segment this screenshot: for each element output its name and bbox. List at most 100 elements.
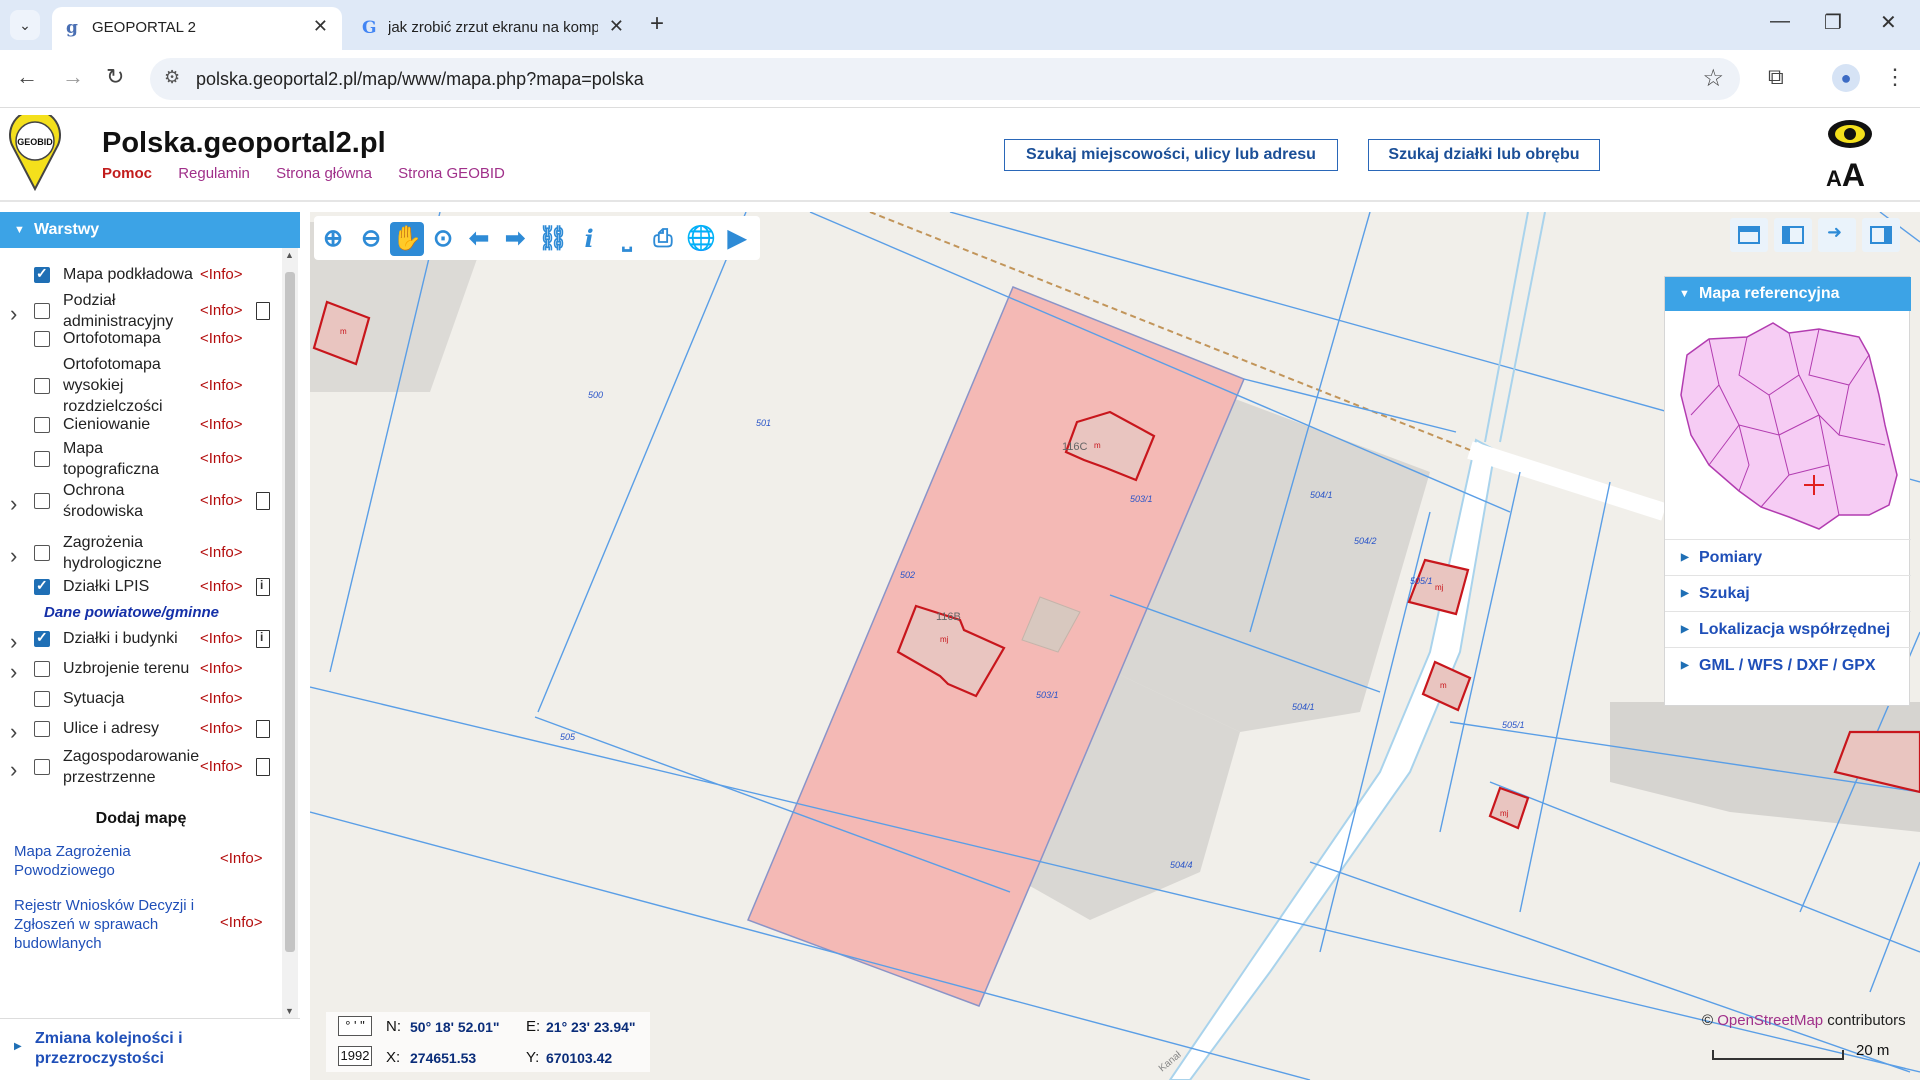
minimize-icon[interactable]: — <box>1770 10 1790 33</box>
terms-link[interactable]: Regulamin <box>178 165 250 182</box>
layer-checkbox[interactable] <box>34 690 50 707</box>
layer-info-link[interactable]: <Info> <box>200 302 243 319</box>
info-icon[interactable]: i <box>572 222 606 256</box>
next-view-icon[interactable]: ➡ <box>498 222 532 256</box>
view-right-panel-button[interactable] <box>1862 218 1900 252</box>
layer-info-link[interactable]: <Info> <box>200 578 243 595</box>
back-icon[interactable]: ← <box>16 64 38 90</box>
menu-icon[interactable]: ⋮ <box>1884 64 1906 90</box>
link-icon[interactable]: ⛓ <box>536 222 570 256</box>
document-info-icon[interactable] <box>256 577 270 596</box>
external-map-link[interactable]: Mapa Zagrożenia Powodziowego <box>14 842 214 880</box>
map-view[interactable]: 500 501 502 503/1 503/1 504/1 504/2 505 … <box>310 212 1920 1080</box>
layer-checkbox[interactable] <box>34 629 50 647</box>
layer-info-link[interactable]: <Info> <box>200 690 243 707</box>
layer-checkbox[interactable] <box>34 660 50 677</box>
layer-row[interactable]: Cieniowanie <Info> <box>0 414 282 435</box>
layer-checkbox[interactable] <box>34 330 50 347</box>
layer-checkbox[interactable] <box>34 759 50 775</box>
previous-view-icon[interactable]: ⬅ <box>462 222 496 256</box>
expand-chevron-icon[interactable]: › <box>10 543 17 569</box>
url-text[interactable]: polska.geoportal2.pl/map/www/mapa.php?ma… <box>196 69 644 90</box>
restore-icon[interactable]: ❐ <box>1824 10 1842 35</box>
layers-panel-header[interactable]: ▼ Warstwy <box>0 212 300 248</box>
scroll-down-icon[interactable]: ▼ <box>285 1006 294 1016</box>
layer-info-link[interactable]: <Info> <box>200 630 243 647</box>
expand-chevron-icon[interactable]: › <box>10 629 17 655</box>
layer-info-link[interactable]: <Info> <box>200 720 243 737</box>
layer-checkbox[interactable] <box>34 720 50 737</box>
pan-hand-icon[interactable]: ✋ <box>390 222 424 256</box>
layer-checkbox[interactable] <box>34 577 50 595</box>
layer-row[interactable]: › Zagrożenia hydrologiczne <Info> <box>0 532 282 574</box>
expand-chevron-icon[interactable]: › <box>10 491 17 517</box>
document-icon[interactable] <box>256 758 270 776</box>
layer-row[interactable]: Ortofotomapa <Info> <box>0 328 282 349</box>
layers-scrollbar[interactable]: ▲ ▼ <box>282 248 298 1018</box>
extensions-icon[interactable]: ⧉ <box>1768 64 1784 90</box>
layer-checkbox[interactable] <box>34 493 50 509</box>
external-map-link[interactable]: Rejestr Wniosków Decyzji i Zgłoszeń w sp… <box>14 896 214 953</box>
tab-search-button[interactable]: ⌄ <box>10 10 40 40</box>
new-tab-button[interactable]: + <box>650 10 664 38</box>
zoom-out-icon[interactable]: ⊖ <box>354 222 388 256</box>
order-transparency-section[interactable]: ▶ Zmiana kolejności i przezroczystości <box>0 1018 300 1080</box>
view-exit-button[interactable]: ➜ <box>1818 218 1856 252</box>
address-bar[interactable]: ⚙ polska.geoportal2.pl/map/www/mapa.php?… <box>150 58 1740 100</box>
layer-info-link[interactable]: <Info> <box>200 660 243 677</box>
layer-info-link[interactable]: <Info> <box>200 450 243 467</box>
view-left-panel-button[interactable] <box>1774 218 1812 252</box>
coordinate-location-item[interactable]: ▶ Lokalizacja współrzędnej <box>1665 611 1911 647</box>
print-icon[interactable]: ⎙ <box>646 222 680 256</box>
globe-icon[interactable]: 🌐 <box>684 222 718 256</box>
layer-info-link[interactable]: <Info> <box>200 377 243 394</box>
measurements-item[interactable]: ▶ Pomiary <box>1665 539 1911 575</box>
expand-chevron-icon[interactable]: › <box>10 301 17 327</box>
openstreetmap-link[interactable]: OpenStreetMap <box>1717 1012 1823 1029</box>
layer-info-link[interactable]: <Info> <box>200 330 243 347</box>
document-info-icon[interactable] <box>256 629 270 648</box>
layer-row[interactable]: › Działki i budynki <Info> <box>0 628 282 654</box>
help-link[interactable]: Pomoc <box>102 165 152 182</box>
reference-map-header[interactable]: ▼ Mapa referencyjna <box>1665 277 1911 311</box>
measure-ruler-icon[interactable]: ⎵ <box>610 222 644 256</box>
layer-checkbox[interactable] <box>34 377 50 394</box>
layer-row[interactable]: › Zagospodarowanie przestrzenne <Info> <box>0 746 282 788</box>
building[interactable] <box>1488 786 1530 830</box>
close-window-icon[interactable]: ✕ <box>1880 10 1897 35</box>
contrast-eye-icon[interactable] <box>1826 117 1874 151</box>
zoom-extent-icon[interactable]: ⊙ <box>426 222 460 256</box>
layer-checkbox[interactable] <box>34 451 50 467</box>
layer-row[interactable]: Ortofotomapa wysokiej rozdzielczości <Inf… <box>0 354 282 417</box>
layer-row[interactable]: Działki LPIS <Info> <box>0 576 282 597</box>
search-item[interactable]: ▶ Szukaj <box>1665 575 1911 611</box>
zoom-in-icon[interactable]: ⊕ <box>316 222 350 256</box>
coordinate-format-toggle[interactable]: ° ' " <box>338 1016 372 1036</box>
bookmark-star-icon[interactable]: ☆ <box>1702 64 1724 93</box>
scroll-up-icon[interactable]: ▲ <box>285 250 294 260</box>
expand-chevron-icon[interactable]: › <box>10 757 17 783</box>
profile-avatar-icon[interactable]: ● <box>1832 64 1860 92</box>
layer-info-link[interactable]: <Info> <box>200 758 243 775</box>
search-parcel-button[interactable]: Szukaj działki lub obrębu <box>1368 139 1600 171</box>
layer-info-link[interactable]: <Info> <box>200 544 243 561</box>
gml-wfs-item[interactable]: ▶ GML / WFS / DXF / GPX <box>1665 647 1911 683</box>
font-size-icon[interactable]: AA <box>1826 157 1865 194</box>
poland-reference-map[interactable] <box>1669 315 1907 537</box>
coordinate-system-toggle[interactable]: 1992 <box>338 1046 372 1066</box>
layer-info-link[interactable]: <Info> <box>200 266 243 283</box>
layer-row[interactable]: Sytuacja <Info> <box>0 688 282 709</box>
search-address-button[interactable]: Szukaj miejscowości, ulicy lub adresu <box>1004 139 1338 171</box>
view-full-button[interactable] <box>1730 218 1768 252</box>
home-link[interactable]: Strona główna <box>276 165 372 182</box>
layer-row[interactable]: › Ulice i adresy <Info> <box>0 718 282 744</box>
geobid-link[interactable]: Strona GEOBID <box>398 165 505 182</box>
document-icon[interactable] <box>256 492 270 510</box>
scrollbar-thumb[interactable] <box>285 272 295 952</box>
browser-tab-active[interactable]: g GEOPORTAL 2 ✕ <box>52 7 342 50</box>
layer-info-link[interactable]: <Info> <box>200 492 243 509</box>
external-map-info-link[interactable]: <Info> <box>220 914 263 931</box>
layer-row[interactable]: Mapa podkładowa <Info> <box>0 264 282 285</box>
document-icon[interactable] <box>256 719 270 738</box>
reload-icon[interactable]: ↻ <box>106 64 124 90</box>
